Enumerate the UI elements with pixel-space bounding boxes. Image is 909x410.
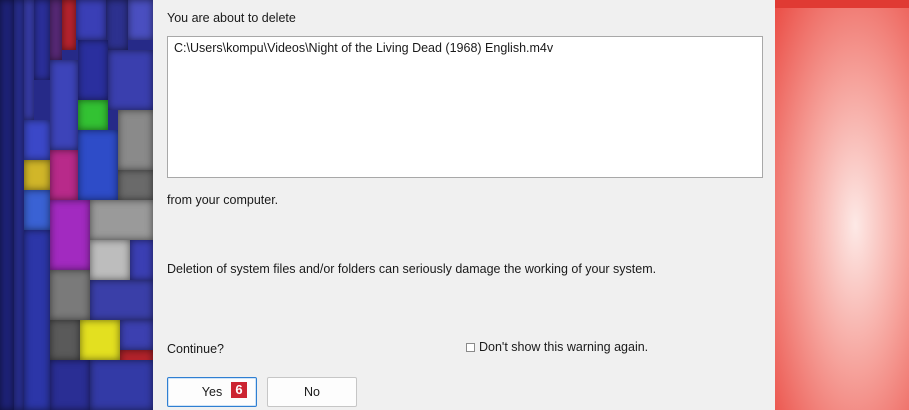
file-path-item[interactable]: C:\Users\kompu\Videos\Night of the Livin… [174,41,553,55]
no-button-label: No [304,385,320,399]
intro-text: You are about to delete [167,11,296,25]
yes-button-label: Yes [201,385,223,399]
decorative-side-panel [775,0,909,410]
system-warning-text: Deletion of system files and/or folders … [167,262,657,276]
from-computer-text: from your computer. [167,193,279,207]
disk-usage-treemap [0,0,153,410]
no-button[interactable]: No [267,377,357,407]
side-panel-stripe [775,0,909,8]
file-list-box[interactable]: C:\Users\kompu\Videos\Night of the Livin… [167,36,763,178]
continue-prompt: Continue? [167,342,224,356]
dont-show-again-label[interactable]: Don't show this warning again. [479,340,648,354]
callout-number-badge: 6 [231,382,247,398]
delete-confirmation-dialog: You are about to delete C:\Users\kompu\V… [153,0,775,410]
dont-show-again-checkbox[interactable] [466,343,475,352]
